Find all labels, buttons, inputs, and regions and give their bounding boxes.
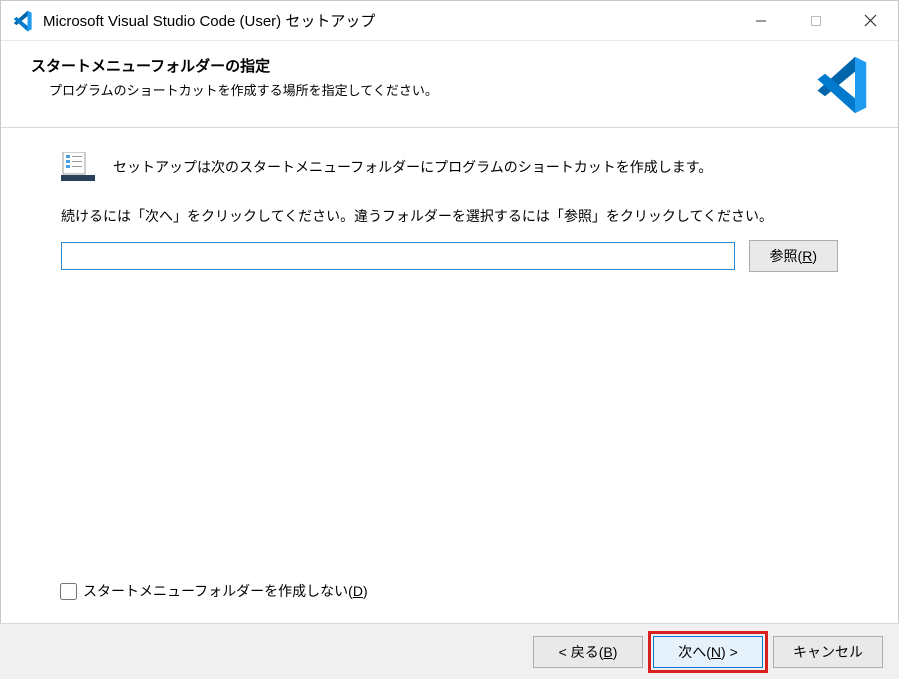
input-row: 参照(R) xyxy=(61,240,838,272)
app-icon xyxy=(11,10,33,32)
maximize-button[interactable] xyxy=(788,1,843,40)
page-title: スタートメニューフォルダーの指定 xyxy=(31,55,810,76)
titlebar: Microsoft Visual Studio Code (User) セットア… xyxy=(1,1,898,41)
window-controls xyxy=(733,1,898,40)
page-subtitle: プログラムのショートカットを作成する場所を指定してください。 xyxy=(49,80,810,99)
wizard-body: セットアップは次のスタートメニューフォルダーにプログラムのショートカットを作成し… xyxy=(1,128,898,272)
cancel-button[interactable]: キャンセル xyxy=(773,636,883,668)
wizard-header: スタートメニューフォルダーの指定 プログラムのショートカットを作成する場所を指定… xyxy=(1,41,898,128)
no-startmenu-label: スタートメニューフォルダーを作成しない(D) xyxy=(83,581,368,601)
no-startmenu-checkbox[interactable] xyxy=(60,583,77,600)
vscode-logo-icon xyxy=(810,55,870,115)
close-button[interactable] xyxy=(843,1,898,40)
no-startmenu-checkbox-row[interactable]: スタートメニューフォルダーを作成しない(D) xyxy=(60,581,368,601)
info-text: セットアップは次のスタートメニューフォルダーにプログラムのショートカットを作成し… xyxy=(113,157,712,177)
folder-list-icon xyxy=(61,152,95,182)
next-button[interactable]: 次へ(N) > xyxy=(653,636,763,668)
window-title: Microsoft Visual Studio Code (User) セットア… xyxy=(43,10,733,31)
info-row: セットアップは次のスタートメニューフォルダーにプログラムのショートカットを作成し… xyxy=(61,152,838,182)
folder-input[interactable] xyxy=(61,242,735,270)
wizard-footer: < 戻る(B) 次へ(N) > キャンセル xyxy=(0,623,899,679)
continue-text: 続けるには「次へ」をクリックしてください。違うフォルダーを選択するには「参照」を… xyxy=(61,206,838,226)
minimize-button[interactable] xyxy=(733,1,788,40)
back-button[interactable]: < 戻る(B) xyxy=(533,636,643,668)
browse-button[interactable]: 参照(R) xyxy=(749,240,838,272)
